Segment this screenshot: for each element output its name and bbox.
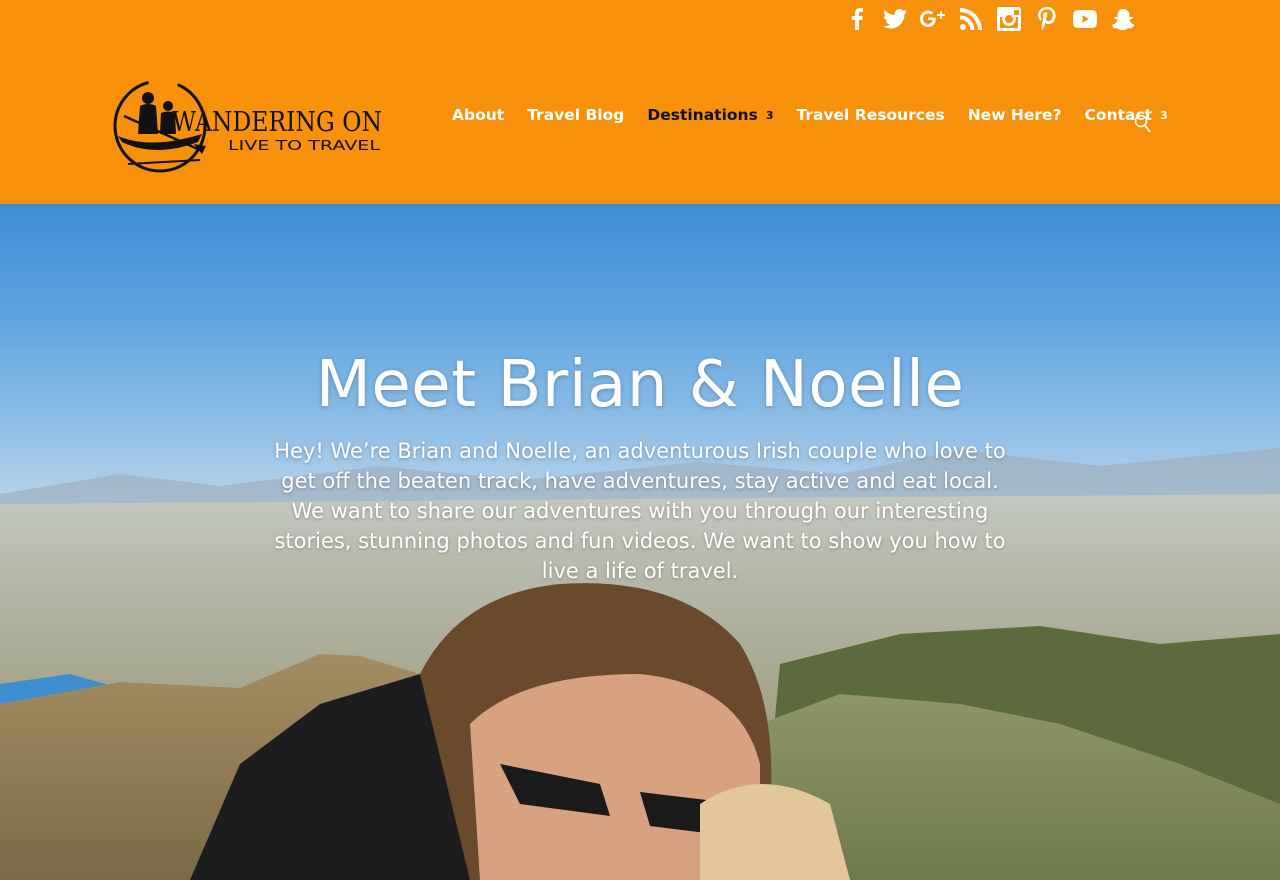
site-logo[interactable]: WANDERING ON LIVE TO TRAVEL bbox=[110, 76, 386, 176]
main-nav: About Travel Blog Destinations 3 Travel R… bbox=[452, 106, 1191, 124]
google-plus-icon[interactable] bbox=[914, 2, 952, 36]
hero-intro-text: Hey! We’re Brian and Noelle, an adventur… bbox=[274, 439, 1006, 583]
nav-item-travel-resources[interactable]: Travel Resources bbox=[796, 106, 944, 124]
nav-item-label: Travel Resources bbox=[796, 106, 945, 124]
twitter-icon[interactable] bbox=[876, 2, 914, 36]
nav-item-label: Travel Blog bbox=[527, 106, 625, 124]
nav-item-label: New Here? bbox=[967, 106, 1062, 124]
nav-item-label: Destinations bbox=[647, 106, 758, 124]
nav-item-destinations[interactable]: Destinations 3 bbox=[647, 106, 773, 124]
nav-item-label: About bbox=[452, 106, 505, 124]
hero-title: Meet Brian & Noelle bbox=[315, 348, 965, 422]
nav-item-contact[interactable]: Contact 3 bbox=[1085, 106, 1168, 124]
search-icon[interactable] bbox=[1134, 114, 1152, 134]
snapchat-icon[interactable] bbox=[1104, 2, 1142, 36]
nav-item-travel-blog[interactable]: Travel Blog bbox=[527, 106, 624, 124]
facebook-icon[interactable] bbox=[838, 2, 876, 36]
site-header: WANDERING ON LIVE TO TRAVEL About Travel… bbox=[0, 0, 1280, 204]
chevron-down-icon: 3 bbox=[1160, 108, 1168, 122]
hero-section: Meet Brian & Noelle Hey! We’re Brian and… bbox=[0, 204, 1280, 880]
nav-item-new-here[interactable]: New Here? bbox=[968, 106, 1062, 124]
logo-wordmark: WANDERING ON bbox=[172, 107, 382, 138]
youtube-icon[interactable] bbox=[1066, 2, 1104, 36]
rss-icon[interactable] bbox=[952, 2, 990, 36]
instagram-icon[interactable] bbox=[990, 2, 1028, 36]
nav-item-about[interactable]: About bbox=[452, 106, 504, 124]
social-links-bar bbox=[838, 2, 1142, 36]
pinterest-icon[interactable] bbox=[1028, 2, 1066, 36]
logo-tagline: LIVE TO TRAVEL bbox=[228, 139, 381, 154]
chevron-down-icon: 3 bbox=[765, 108, 774, 122]
